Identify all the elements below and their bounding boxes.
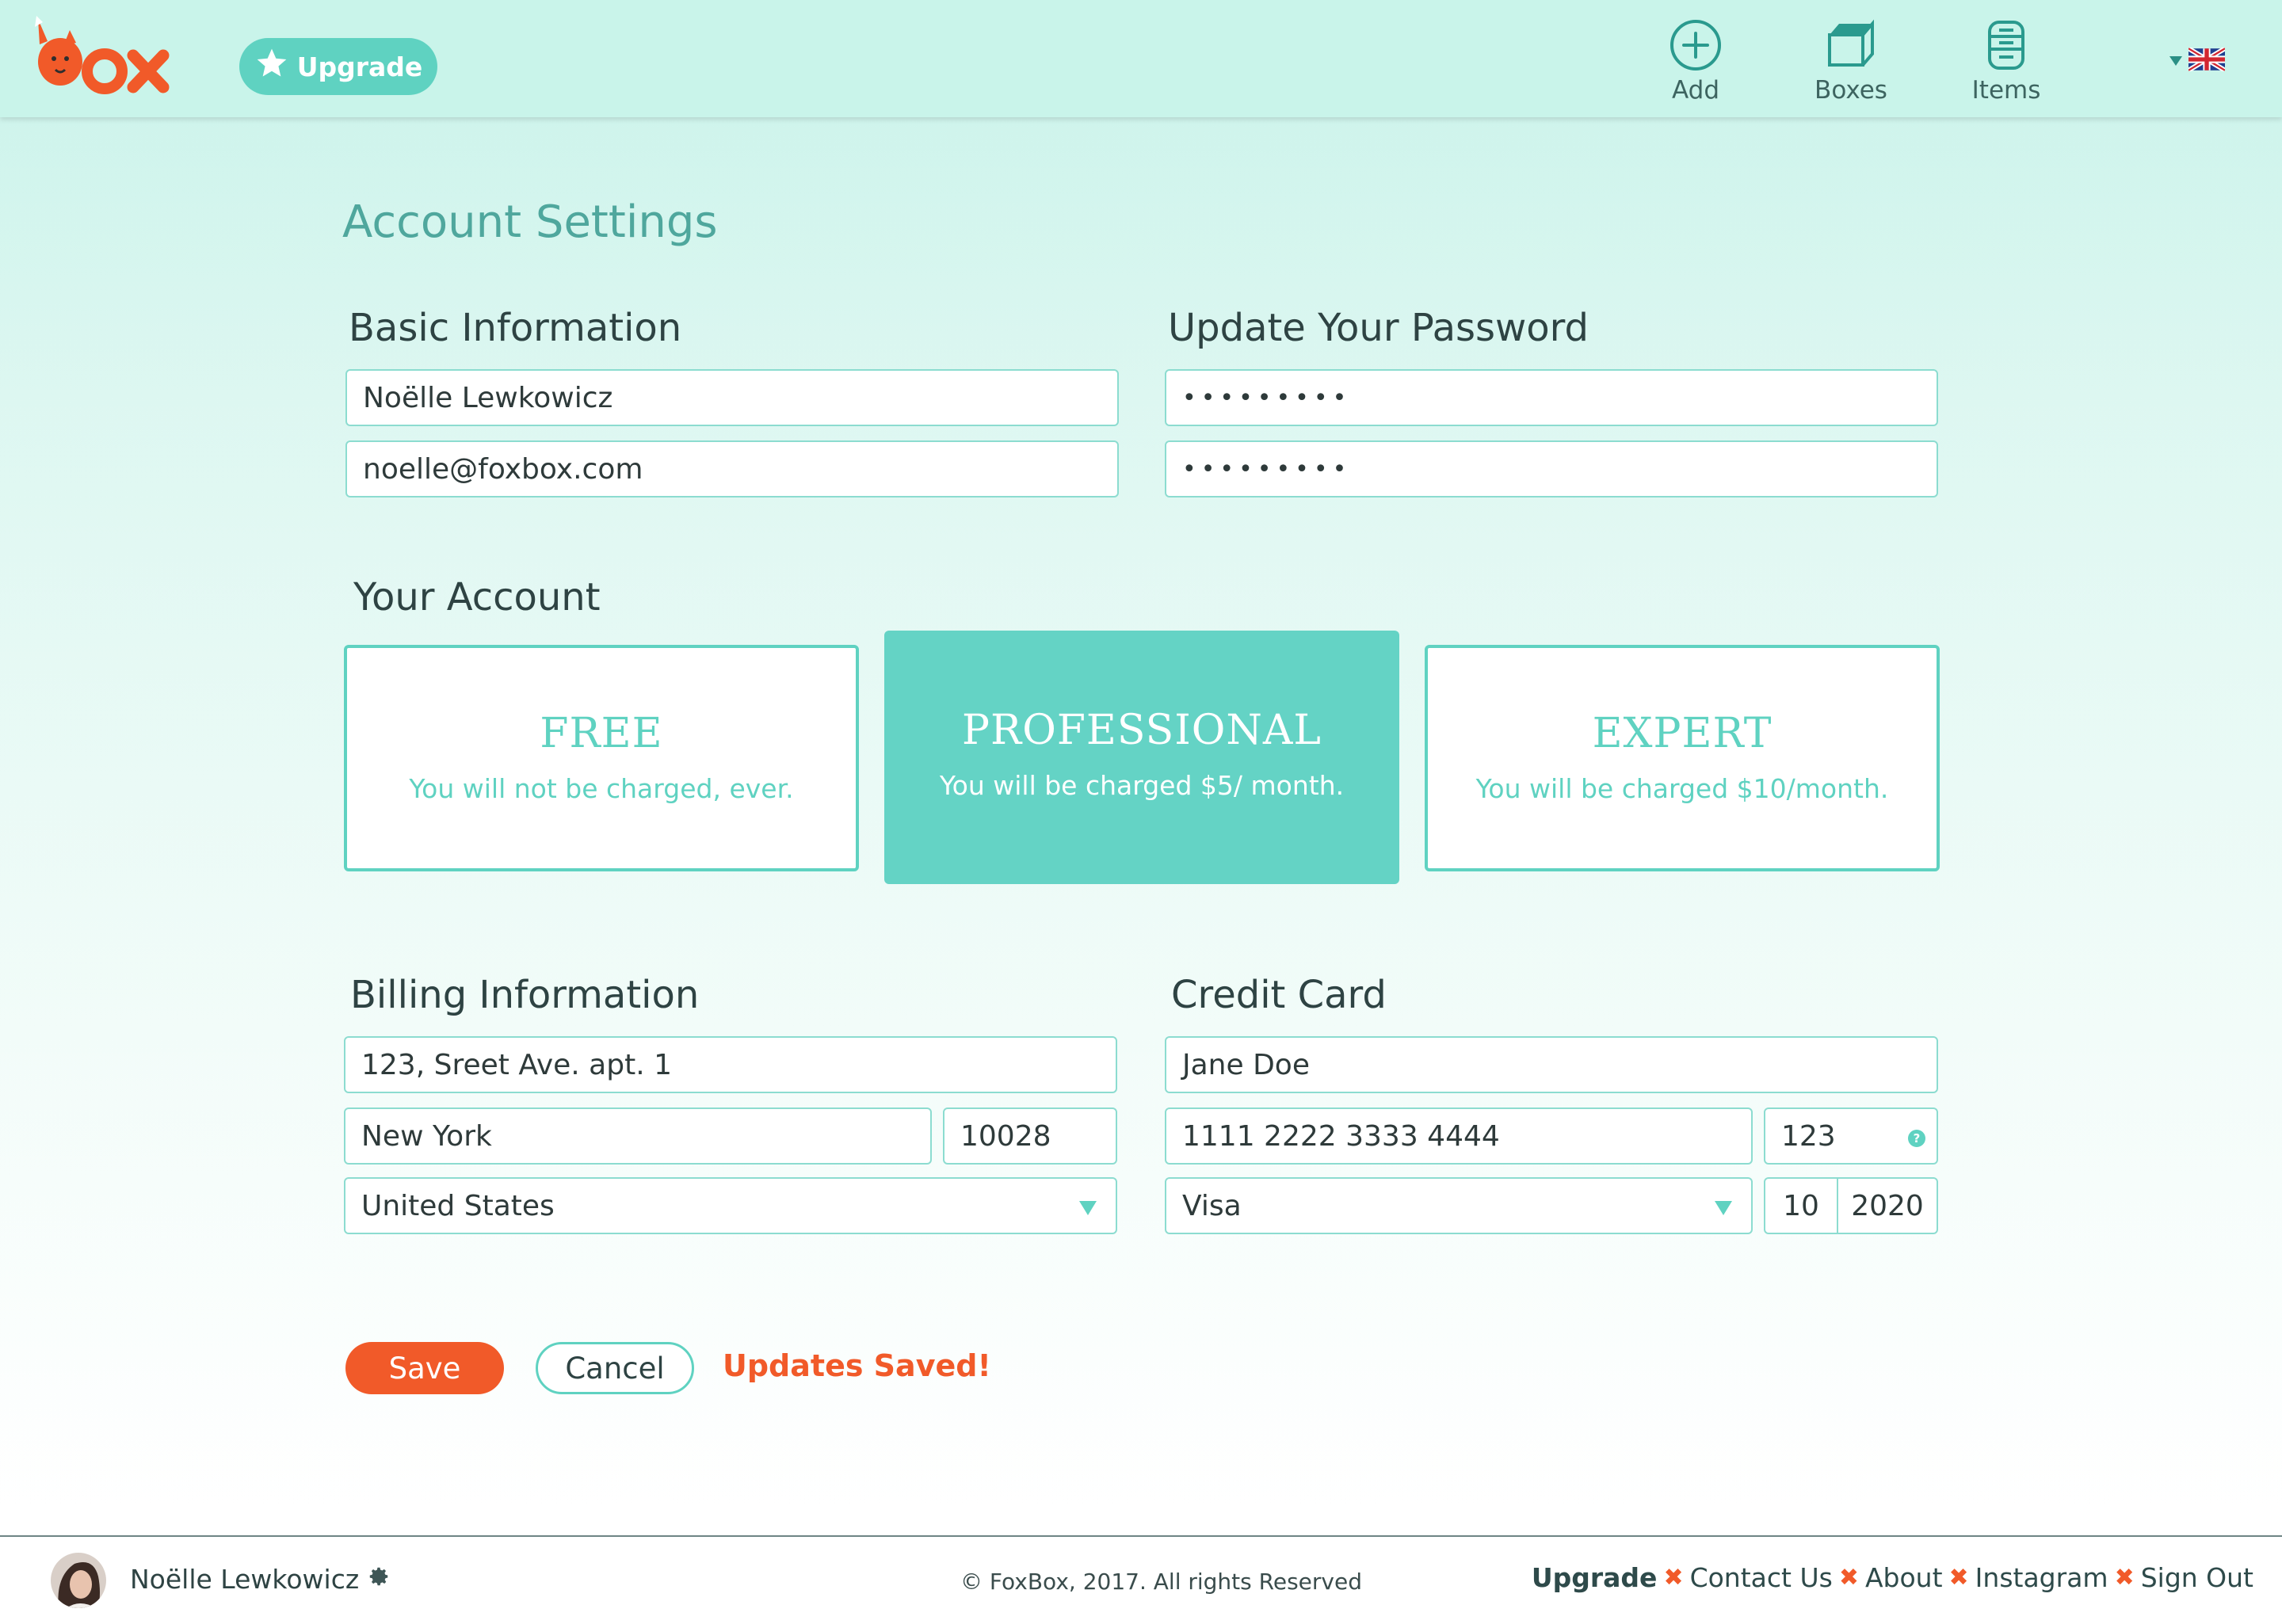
email-value: noelle@foxbox.com [363, 452, 643, 486]
account-heading: Your Account [353, 575, 601, 619]
footer-link-contact[interactable]: Contact Us [1690, 1562, 1833, 1593]
help-icon[interactable]: ? [1908, 1130, 1925, 1147]
zip-value: 10028 [960, 1119, 1051, 1153]
address-field[interactable]: 123, Sreet Ave. apt. 1 [344, 1036, 1117, 1093]
top-nav-bar: Upgrade Add Boxes Items [0, 0, 2282, 117]
nav-items-label: Items [1971, 76, 2041, 105]
save-status-message: Updates Saved! [723, 1348, 991, 1383]
page-title: Account Settings [342, 196, 718, 248]
credit-card-heading: Credit Card [1171, 973, 1387, 1017]
basic-info-heading: Basic Information [349, 306, 682, 350]
name-field[interactable]: Noëlle Lewkowicz [345, 369, 1119, 426]
confirm-password-value: ••••••••• [1182, 455, 1352, 483]
nav-add[interactable]: Add [1648, 17, 1743, 105]
nav-items[interactable]: Items [1959, 17, 2054, 105]
exp-month-field[interactable]: 10 [1764, 1177, 1838, 1234]
list-icon [1959, 17, 2054, 73]
zip-field[interactable]: 10028 [943, 1107, 1117, 1165]
foxbox-logo[interactable] [32, 11, 174, 98]
footer-link-about[interactable]: About [1865, 1562, 1943, 1593]
plan-expert-card[interactable]: EXPERT You will be charged $10/month. [1425, 645, 1940, 871]
dropdown-arrow-icon [1079, 1201, 1097, 1215]
nav-boxes-label: Boxes [1815, 76, 1887, 105]
cvv-field[interactable]: 123 ? [1764, 1107, 1938, 1165]
card-number-field[interactable]: 1111 2222 3333 4444 [1165, 1107, 1753, 1165]
new-password-field[interactable]: ••••••••• [1165, 369, 1938, 426]
separator-x-icon: ✖ [1948, 1564, 1969, 1592]
billing-heading: Billing Information [350, 973, 700, 1017]
cancel-button[interactable]: Cancel [536, 1342, 694, 1394]
save-button[interactable]: Save [345, 1342, 504, 1394]
avatar[interactable] [51, 1553, 106, 1608]
email-field[interactable]: noelle@foxbox.com [345, 440, 1119, 497]
plan-free-desc: You will not be charged, ever. [409, 773, 794, 804]
card-holder-value: Jane Doe [1182, 1048, 1310, 1081]
footer-link-signout[interactable]: Sign Out [2141, 1562, 2253, 1593]
city-field[interactable]: New York [344, 1107, 932, 1165]
separator-x-icon: ✖ [2114, 1564, 2135, 1592]
plan-professional-card[interactable]: PROFESSIONAL You will be charged $5/ mon… [884, 631, 1399, 884]
gear-icon[interactable] [367, 1564, 391, 1595]
plan-free-card[interactable]: FREE You will not be charged, ever. [344, 645, 859, 871]
exp-year-value: 2020 [1851, 1189, 1924, 1222]
footer: Noëlle Lewkowicz © FoxBox, 2017. All rig… [0, 1535, 2282, 1624]
exp-month-value: 10 [1783, 1189, 1819, 1222]
separator-x-icon: ✖ [1663, 1564, 1684, 1592]
exp-year-field[interactable]: 2020 [1837, 1177, 1938, 1234]
plan-free-name: FREE [540, 710, 663, 757]
footer-user[interactable]: Noëlle Lewkowicz [130, 1564, 391, 1595]
address-value: 123, Sreet Ave. apt. 1 [361, 1048, 672, 1081]
plus-circle-icon [1648, 17, 1743, 73]
footer-user-name: Noëlle Lewkowicz [130, 1564, 360, 1595]
card-type-value: Visa [1182, 1189, 1242, 1222]
plan-expert-name: EXPERT [1592, 710, 1773, 757]
country-value: United States [361, 1189, 555, 1222]
nav-add-label: Add [1671, 76, 1720, 105]
footer-link-upgrade[interactable]: Upgrade [1532, 1562, 1658, 1593]
nav-boxes[interactable]: Boxes [1803, 17, 1898, 105]
star-icon [254, 46, 289, 87]
plan-expert-desc: You will be charged $10/month. [1475, 773, 1889, 804]
card-holder-field[interactable]: Jane Doe [1165, 1036, 1938, 1093]
cvv-value: 123 [1781, 1119, 1836, 1153]
footer-link-instagram[interactable]: Instagram [1975, 1562, 2108, 1593]
upgrade-label: Upgrade [296, 51, 423, 82]
uk-flag-icon [2187, 46, 2227, 74]
new-password-value: ••••••••• [1182, 383, 1352, 412]
city-value: New York [361, 1119, 492, 1153]
caret-down-icon [2169, 56, 2182, 66]
plan-professional-name: PROFESSIONAL [962, 707, 1322, 754]
plan-professional-desc: You will be charged $5/ month. [939, 770, 1345, 801]
country-select[interactable]: United States [344, 1177, 1117, 1234]
dropdown-arrow-icon [1715, 1201, 1732, 1215]
box-icon [1803, 17, 1898, 73]
confirm-password-field[interactable]: ••••••••• [1165, 440, 1938, 497]
footer-links: Upgrade ✖ Contact Us ✖ About ✖ Instagram… [1532, 1562, 2253, 1593]
language-selector[interactable] [2169, 46, 2227, 74]
copyright-text: © FoxBox, 2017. All rights Reserved [960, 1569, 1362, 1595]
separator-x-icon: ✖ [1838, 1564, 1859, 1592]
card-type-select[interactable]: Visa [1165, 1177, 1753, 1234]
password-heading: Update Your Password [1168, 306, 1589, 350]
upgrade-button[interactable]: Upgrade [239, 38, 437, 95]
card-number-value: 1111 2222 3333 4444 [1182, 1119, 1500, 1153]
name-value: Noëlle Lewkowicz [363, 381, 613, 414]
